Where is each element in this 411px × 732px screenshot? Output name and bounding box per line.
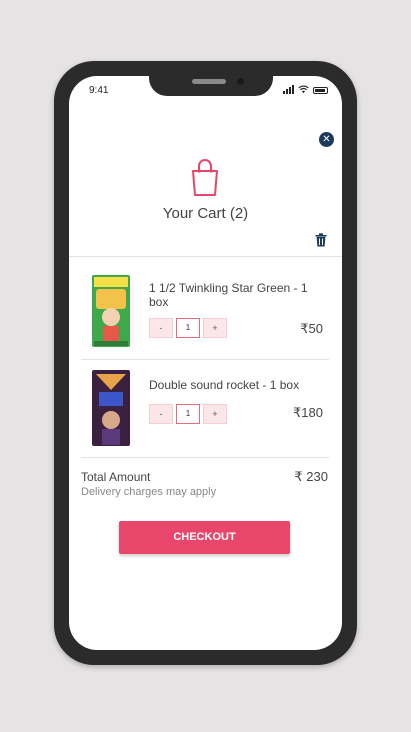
delivery-note: Delivery charges may apply — [81, 486, 217, 498]
close-button[interactable]: ✕ — [319, 132, 334, 147]
cart-item: 1 1/2 Twinkling Star Green - 1 box — [81, 259, 329, 357]
item-price: ₹180 — [293, 405, 323, 420]
item-price: ₹50 — [300, 321, 323, 336]
quantity-value[interactable]: 1 — [176, 404, 200, 424]
summary-divider — [81, 457, 329, 458]
total-value: ₹ 230 — [294, 469, 328, 484]
app-screen: 9:41 ✕ Your Cart (2) 1 1/2 Twinkling Sta… — [69, 76, 342, 650]
product-image — [92, 370, 130, 446]
total-label: Total Amount — [81, 470, 151, 484]
phone-notch — [149, 76, 273, 96]
status-icons — [283, 85, 328, 94]
cart-title: Your Cart (2) — [162, 205, 249, 222]
item-name: Double sound rocket - 1 box — [149, 378, 300, 392]
wifi-icon — [298, 85, 309, 94]
product-image — [92, 275, 130, 347]
decrement-button[interactable]: - — [149, 404, 173, 424]
quantity-stepper: - 1 + — [149, 404, 227, 424]
close-icon: ✕ — [322, 134, 331, 145]
increment-button[interactable]: + — [203, 318, 227, 338]
header-divider — [69, 256, 342, 257]
speaker — [192, 79, 226, 84]
checkout-button[interactable]: CHECKOUT — [119, 521, 290, 554]
decrement-button[interactable]: - — [149, 318, 173, 338]
shopping-bag-icon — [192, 159, 218, 196]
status-time: 9:41 — [89, 85, 109, 96]
battery-icon — [313, 87, 328, 94]
quantity-value[interactable]: 1 — [176, 318, 200, 338]
trash-icon[interactable] — [315, 233, 327, 247]
camera — [237, 78, 244, 85]
increment-button[interactable]: + — [203, 404, 227, 424]
phone-frame: 9:41 ✕ Your Cart (2) 1 1/2 Twinkling Sta… — [54, 61, 357, 665]
quantity-stepper: - 1 + — [149, 318, 227, 338]
item-name: 1 1/2 Twinkling Star Green - 1 box — [149, 281, 308, 309]
signal-icon — [283, 85, 294, 94]
